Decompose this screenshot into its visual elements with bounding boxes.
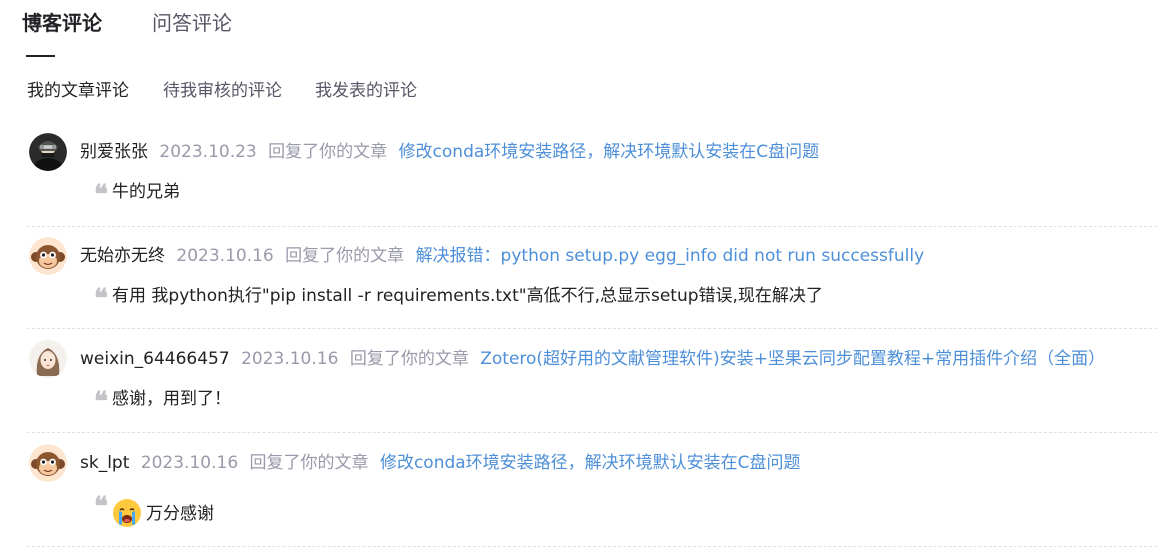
comment-date: 2023.10.16	[140, 453, 239, 473]
monkey-avatar-icon[interactable]	[29, 444, 67, 482]
comment-username[interactable]: weixin_64466457	[80, 349, 230, 369]
comment-text: 万分感谢	[146, 504, 214, 524]
comment-meta: weixin_64466457 2023.10.16 回复了你的文章 Zoter…	[80, 347, 1105, 371]
comment-body: ❝ 感谢，用到了！	[94, 387, 231, 417]
comment-divider	[27, 328, 1157, 329]
active-tab-underline	[26, 55, 55, 57]
subtab-pending-review-comments[interactable]: 待我审核的评论	[163, 78, 282, 104]
comment-text: 有用 我python执行"pip install -r requirements…	[112, 286, 823, 306]
comment-body: ❝ 有用 我python执行"pip install -r requirement…	[94, 284, 823, 314]
quote-icon: ❝	[94, 284, 108, 314]
quote-icon: ❝	[94, 492, 108, 522]
comment-divider	[27, 546, 1157, 547]
subtab-my-posted-comments[interactable]: 我发表的评论	[315, 78, 417, 104]
article-link[interactable]: 修改conda环境安装路径，解决环境默认安装在C盘问题	[399, 142, 820, 162]
article-link[interactable]: 修改conda环境安装路径，解决环境默认安装在C盘问题	[380, 453, 801, 473]
comment-username[interactable]: 别爱张张	[80, 142, 148, 162]
comment-username[interactable]: sk_lpt	[80, 453, 129, 473]
monkey-avatar-icon[interactable]	[29, 237, 67, 275]
comment-action: 回复了你的文章	[349, 349, 469, 369]
girl-avatar-icon[interactable]	[29, 340, 67, 378]
comment-meta: 无始亦无终 2023.10.16 回复了你的文章 解决报错：python set…	[80, 244, 924, 268]
quote-icon: ❝	[94, 387, 108, 417]
comment-text: 感谢，用到了！	[112, 389, 231, 409]
subtab-my-article-comments[interactable]: 我的文章评论	[27, 78, 129, 104]
tab-qa-comments[interactable]: 问答评论	[152, 10, 232, 36]
comment-divider	[27, 226, 1157, 227]
comment-date: 2023.10.16	[241, 349, 339, 369]
comment-action: 回复了你的文章	[249, 453, 369, 473]
comment-divider	[27, 432, 1157, 433]
tab-blog-comments[interactable]: 博客评论	[22, 10, 102, 36]
comment-text: 牛的兄弟	[112, 182, 180, 202]
comment-action: 回复了你的文章	[268, 142, 388, 162]
quote-icon: ❝	[94, 180, 108, 210]
comment-body: ❝ 万分感谢	[94, 492, 214, 528]
article-link[interactable]: 解决报错：python setup.py egg_info did not ru…	[416, 246, 925, 266]
comment-meta: 别爱张张 2023.10.23 回复了你的文章 修改conda环境安装路径，解决…	[80, 140, 819, 164]
comment-date: 2023.10.16	[176, 246, 274, 266]
crying-face-emoji-icon	[112, 498, 142, 528]
comment-username[interactable]: 无始亦无终	[80, 246, 165, 266]
comment-date: 2023.10.23	[159, 142, 257, 162]
comment-meta: sk_lpt 2023.10.16 回复了你的文章 修改conda环境安装路径，…	[80, 451, 801, 475]
comment-body: ❝ 牛的兄弟	[94, 180, 180, 210]
dark-character-avatar-icon[interactable]	[29, 133, 67, 171]
article-link[interactable]: Zotero(超好用的文献管理软件)安装+坚果云同步配置教程+常用插件介绍（全面…	[480, 349, 1105, 369]
comment-action: 回复了你的文章	[285, 246, 405, 266]
